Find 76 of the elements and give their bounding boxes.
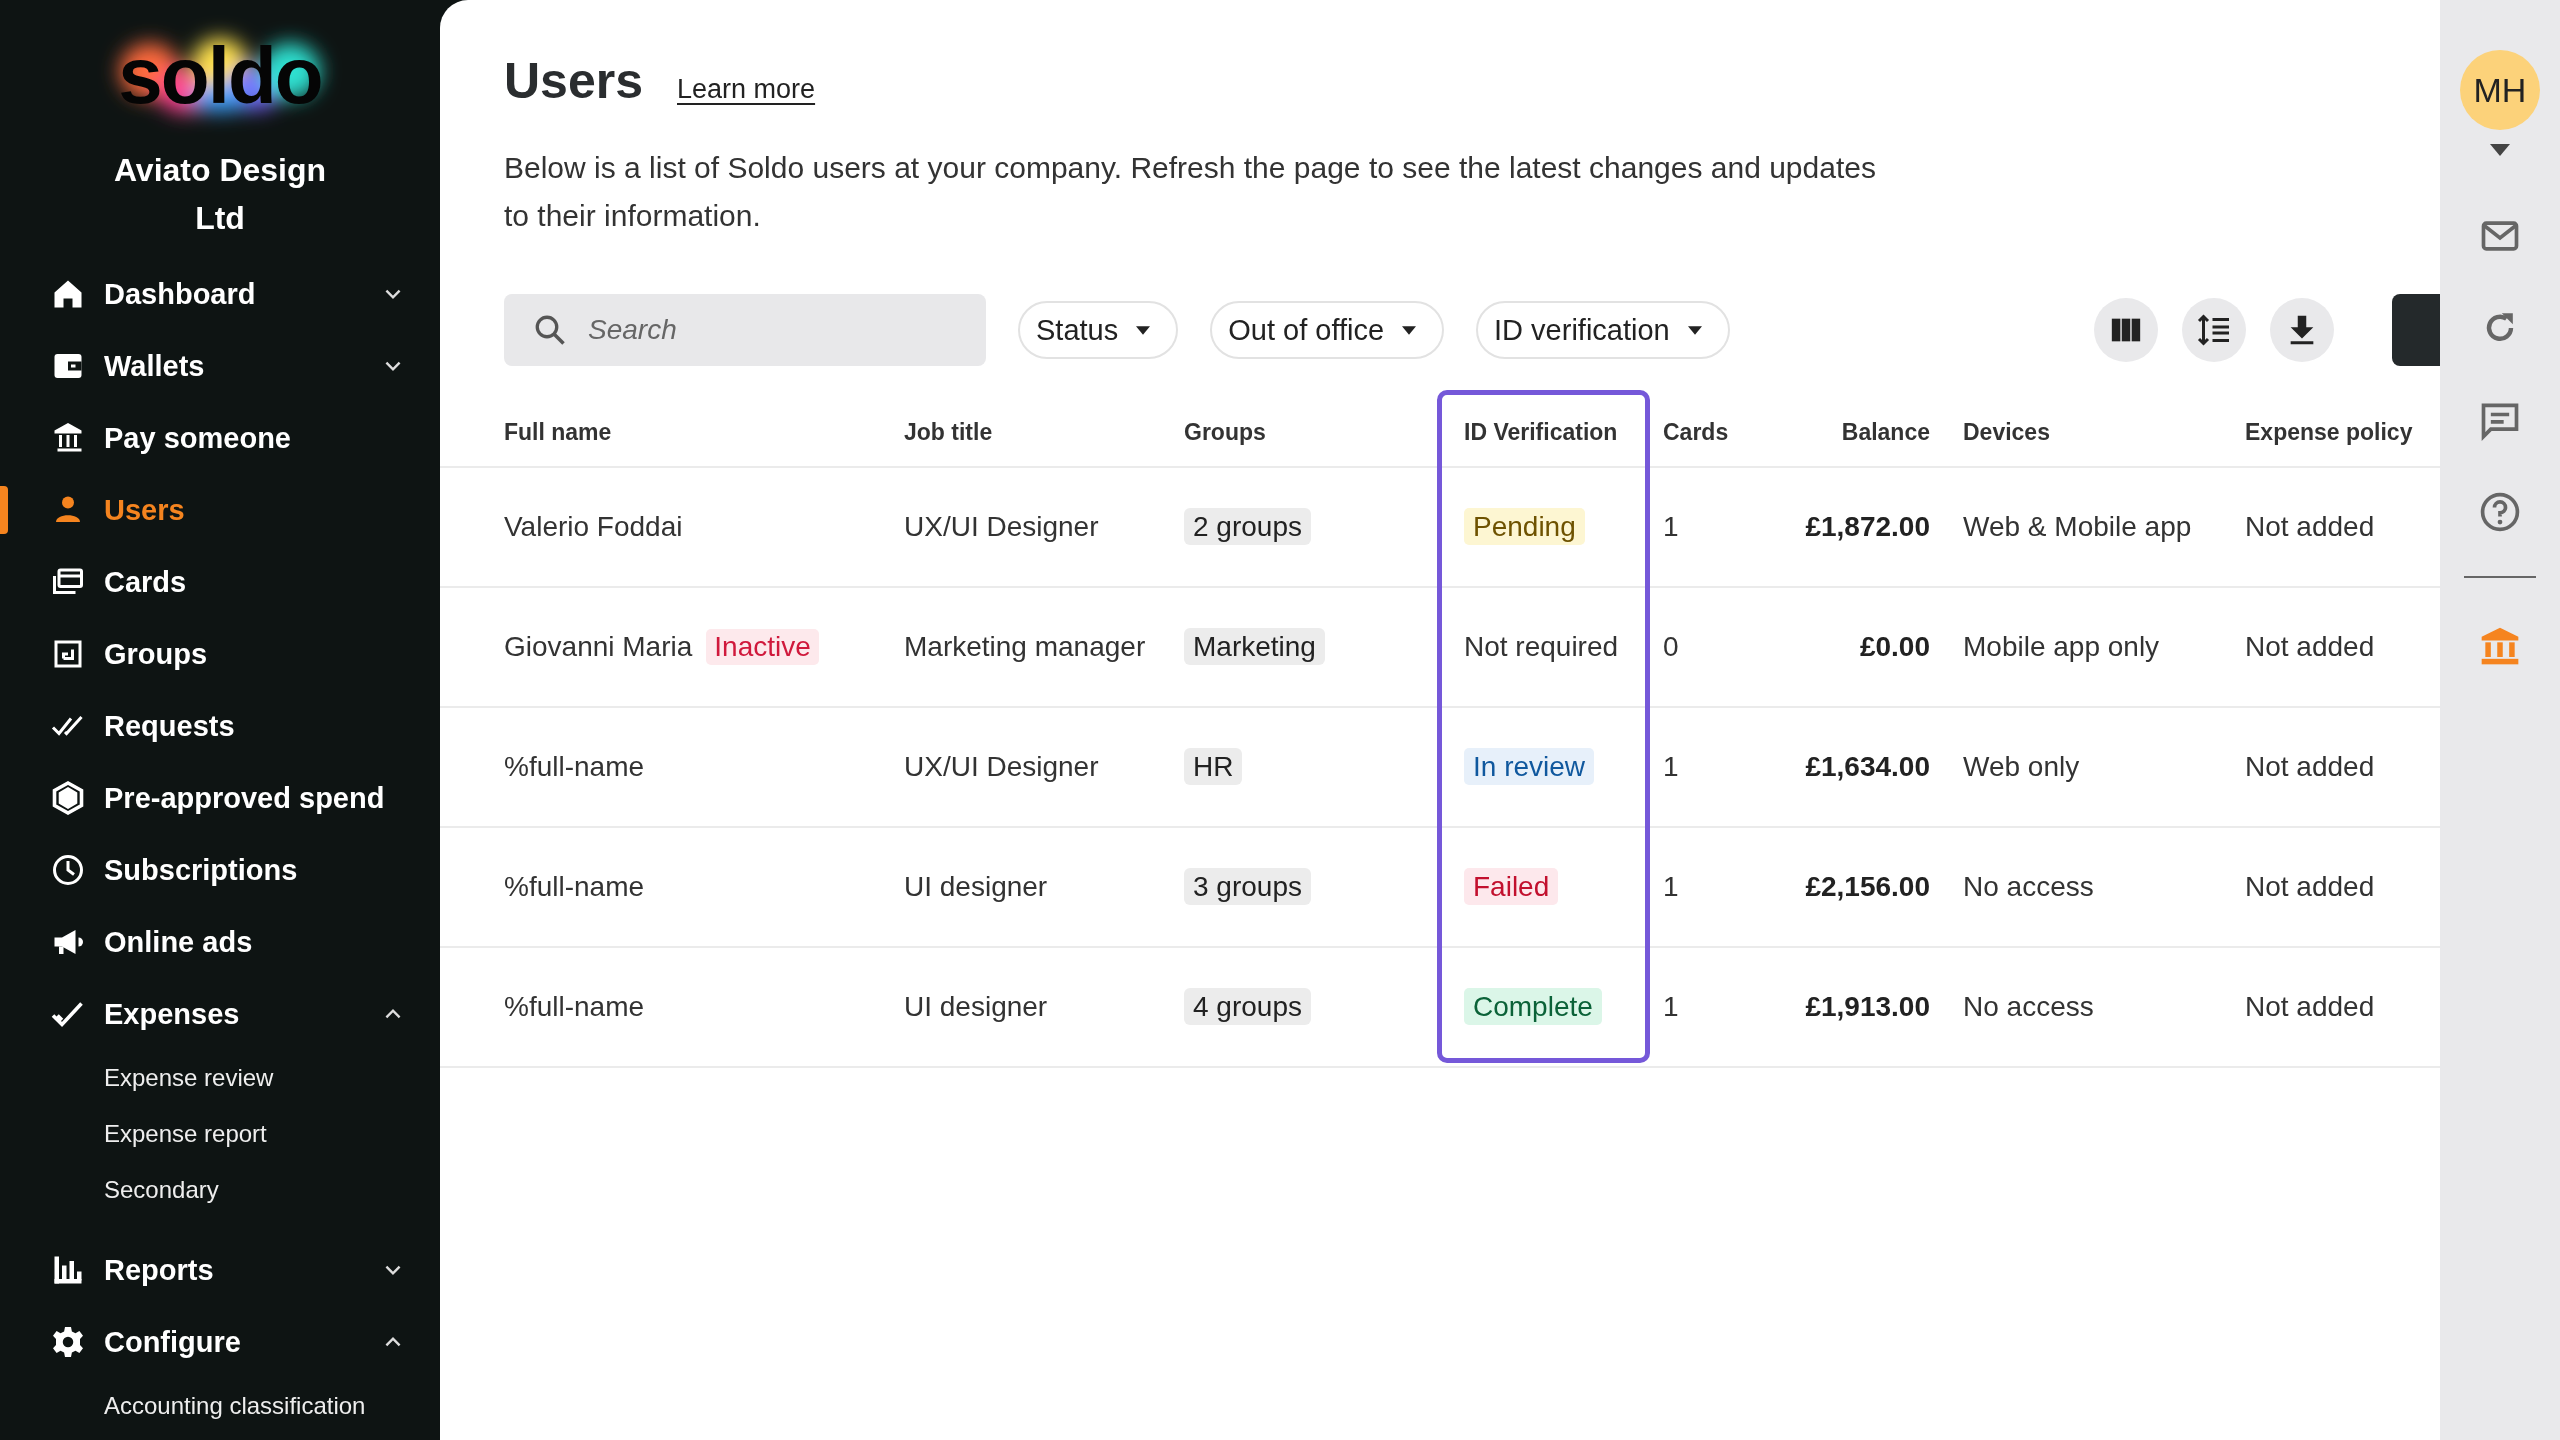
table-cell-text: No access [1962, 871, 2095, 903]
table-cell-text: UI designer [904, 871, 1049, 903]
nav-item[interactable]: Wallets [0, 330, 440, 402]
table-cell-text: £0.00 [1858, 631, 1930, 663]
nav-item[interactable]: Reports [0, 1234, 440, 1306]
nav-item[interactable]: Requests [0, 690, 440, 762]
table-cell-text: UI designer [904, 991, 1049, 1023]
column-header: Groups [1184, 418, 1267, 446]
inactive-tag: Inactive [706, 629, 819, 665]
table-cell-text: Not added [2244, 511, 2376, 543]
table-cell-text: Not added [2244, 991, 2376, 1023]
verification-status: In review [1464, 748, 1595, 785]
verification-status: Pending [1464, 508, 1585, 545]
table-cell-text: Marketing manager [904, 631, 1147, 663]
column-header: Cards [1662, 418, 1730, 446]
nav-item[interactable]: Cards [0, 546, 440, 618]
table-cell-text: UX/UI Designer [904, 751, 1100, 783]
table-cell-text: 1 [1662, 511, 1680, 543]
nav-subitem[interactable]: Secondary [104, 1162, 440, 1218]
table-cell-text: Not added [2244, 631, 2376, 663]
nav-item[interactable]: Users [0, 474, 440, 546]
column-header: Full name [503, 418, 613, 446]
table-cell-text: Mobile app only [1962, 631, 2161, 663]
nav-subitem[interactable]: Expense review [104, 1050, 440, 1106]
table-cell-text: £1,872.00 [1804, 511, 1930, 543]
nav-item[interactable]: Groups [0, 618, 440, 690]
nav-item[interactable]: Dashboard [0, 258, 440, 330]
group-tag: HR [1184, 748, 1243, 785]
nav-item[interactable]: Expenses [0, 978, 440, 1050]
page-description: Below is a list of Soldo users at your company. Refresh the page to see the latest changes and updates to their information. [504, 150, 1877, 234]
table-cell-text: £2,156.00 [1804, 871, 1930, 903]
table-cell-text: 0 [1662, 631, 1680, 663]
search-field[interactable]: Search [504, 294, 986, 366]
user-name: Giovanni Maria [504, 631, 693, 663]
table-cell-text: £1,634.00 [1804, 751, 1930, 783]
user-name: %full-name [504, 751, 645, 783]
group-tag: Marketing [1184, 628, 1325, 665]
user-name: Valerio Foddai [504, 511, 683, 543]
filter-dropdown[interactable]: Out of office [1210, 301, 1445, 359]
nav-item[interactable]: Online ads [0, 906, 440, 978]
table-cell-text: Web & Mobile app [1962, 511, 2193, 543]
user-name: %full-name [504, 871, 645, 903]
verification-status: Not required [1464, 630, 1619, 664]
nav-subitem[interactable]: Expense report [104, 1106, 440, 1162]
nav-subitem[interactable]: Accounting classification [104, 1378, 440, 1434]
column-header: Balance [1840, 418, 1930, 446]
table-cell-text: UX/UI Designer [904, 511, 1100, 543]
table-cell-text: £1,913.00 [1804, 991, 1930, 1023]
filter-dropdown[interactable]: ID verification [1476, 301, 1730, 359]
table-cell-text: No access [1962, 991, 2095, 1023]
group-tag: 3 groups [1184, 868, 1311, 905]
nav-item[interactable]: Pre-approved spend [0, 762, 440, 834]
group-tag: 4 groups [1184, 988, 1311, 1025]
page-title: Users [504, 52, 643, 110]
nav-item[interactable]: Pay someone [0, 402, 440, 474]
user-name: %full-name [504, 991, 645, 1023]
table-cell-text: Web only [1962, 751, 2081, 783]
table-cell-text: 1 [1662, 991, 1680, 1023]
filter-dropdown[interactable]: Status [1018, 301, 1179, 359]
column-header: ID Verification [1463, 418, 1619, 446]
logo: soldo [118, 36, 322, 116]
column-header: Expense policy [2244, 418, 2414, 446]
table-cell-text: 1 [1662, 751, 1680, 783]
table-cell-text: 1 [1662, 871, 1680, 903]
table-cell-text: Not added [2244, 751, 2376, 783]
column-header: Devices [1962, 418, 2051, 446]
column-header: Job title [904, 418, 994, 446]
verification-status: Complete [1464, 988, 1602, 1025]
user-avatar[interactable]: MH [2460, 50, 2540, 130]
learn-more-link[interactable]: Learn more [677, 74, 816, 105]
group-tag: 2 groups [1184, 508, 1311, 545]
table-cell-text: Not added [2244, 871, 2376, 903]
nav-item[interactable]: Subscriptions [0, 834, 440, 906]
nav-item[interactable]: Configure [0, 1306, 440, 1378]
company-name: Aviato Design Ltd [112, 151, 328, 238]
verification-status: Failed [1464, 868, 1559, 905]
